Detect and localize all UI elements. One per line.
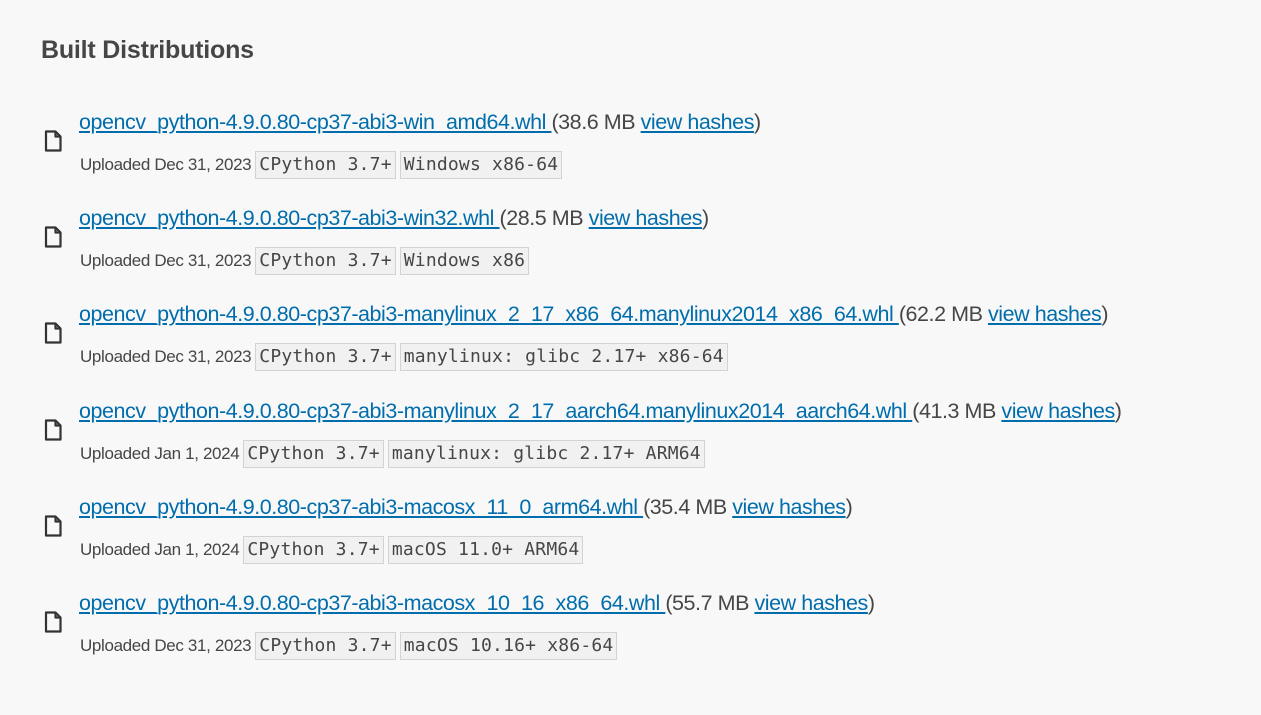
file-download-link[interactable]: opencv_python-4.9.0.80-cp37-abi3-manylin… (79, 302, 899, 326)
file-meta: Uploaded Dec 31, 2023 CPython 3.7+ Windo… (80, 150, 566, 180)
upload-date: Uploaded Jan 1, 2024 (80, 443, 240, 463)
file-item: opencv_python-4.9.0.80-cp37-abi3-win_amd… (41, 104, 1241, 200)
upload-date: Uploaded Dec 31, 2023 (80, 155, 252, 174)
platform-tag: manylinux: glibc 2.17+ x86-64 (399, 343, 728, 372)
file-item: opencv_python-4.9.0.80-cp37-abi3-macosx_… (41, 489, 1241, 585)
file-list: opencv_python-4.9.0.80-cp37-abi3-win_amd… (41, 104, 1241, 681)
platform-tag: macOS 10.16+ x86-64 (399, 631, 618, 660)
file-size: (62.2 MB (898, 302, 988, 327)
platform-tag: Windows x86 (399, 247, 530, 276)
python-tag: CPython 3.7+ (255, 343, 396, 372)
paren-close: ) (702, 206, 709, 231)
file-size: (38.6 MB (551, 110, 641, 134)
paren-close: ) (1114, 398, 1122, 423)
file-line: opencv_python-4.9.0.80-cp37-abi3-manylin… (79, 300, 1109, 328)
file-download-link[interactable]: opencv_python-4.9.0.80-cp37-abi3-win_amd… (79, 110, 551, 134)
upload-date: Uploaded Dec 31, 2023 (80, 251, 252, 271)
file-size: (55.7 MB (665, 590, 755, 615)
python-tag: CPython 3.7+ (255, 151, 396, 179)
file-icon (44, 322, 62, 344)
upload-date: Uploaded Dec 31, 2023 (80, 347, 252, 367)
file-line: opencv_python-4.9.0.80-cp37-abi3-manylin… (79, 397, 1122, 425)
file-icon (44, 130, 62, 152)
file-item: opencv_python-4.9.0.80-cp37-abi3-win32.w… (41, 200, 1241, 296)
file-size: (41.3 MB (912, 398, 1002, 423)
file-meta: Uploaded Dec 31, 2023 CPython 3.7+ macOS… (80, 631, 621, 661)
python-tag: CPython 3.7+ (255, 631, 396, 660)
file-line: opencv_python-4.9.0.80-cp37-abi3-macosx_… (79, 589, 875, 617)
platform-tag: macOS 11.0+ ARM64 (387, 535, 584, 564)
file-meta: Uploaded Jan 1, 2024 CPython 3.7+ macOS … (80, 535, 587, 565)
python-tag: CPython 3.7+ (243, 535, 384, 564)
file-meta: Uploaded Dec 31, 2023 CPython 3.7+ manyl… (80, 342, 732, 372)
python-tag: CPython 3.7+ (255, 247, 396, 276)
built-distributions-section: Built Distributions opencv_python-4.9.0.… (0, 0, 1261, 715)
platform-tag: Windows x86-64 (399, 151, 563, 179)
file-download-link[interactable]: opencv_python-4.9.0.80-cp37-abi3-win32.w… (79, 206, 500, 230)
view-hashes-link[interactable]: view hashes (641, 110, 755, 134)
file-download-link[interactable]: opencv_python-4.9.0.80-cp37-abi3-manylin… (79, 399, 912, 423)
file-size: (28.5 MB (499, 206, 589, 231)
paren-close: ) (754, 110, 761, 134)
paren-close: ) (867, 590, 875, 615)
file-item: opencv_python-4.9.0.80-cp37-abi3-manylin… (41, 296, 1241, 392)
file-meta: Uploaded Jan 1, 2024 CPython 3.7+ manyli… (80, 439, 709, 469)
file-size: (35.4 MB (643, 494, 733, 519)
view-hashes-link[interactable]: view hashes (988, 302, 1102, 326)
file-icon (44, 611, 62, 633)
file-line: opencv_python-4.9.0.80-cp37-abi3-win32.w… (79, 204, 709, 232)
view-hashes-link[interactable]: view hashes (732, 495, 846, 519)
file-download-link[interactable]: opencv_python-4.9.0.80-cp37-abi3-macosx_… (79, 591, 665, 615)
paren-close: ) (1101, 302, 1109, 327)
file-item: opencv_python-4.9.0.80-cp37-abi3-manylin… (41, 393, 1241, 489)
file-icon (44, 226, 62, 248)
view-hashes-link[interactable]: view hashes (754, 591, 868, 615)
platform-tag: manylinux: glibc 2.17+ ARM64 (387, 439, 705, 468)
file-meta: Uploaded Dec 31, 2023 CPython 3.7+ Windo… (80, 246, 533, 276)
file-line: opencv_python-4.9.0.80-cp37-abi3-macosx_… (79, 493, 853, 521)
upload-date: Uploaded Jan 1, 2024 (80, 539, 240, 559)
section-heading: Built Distributions (41, 36, 254, 64)
file-download-link[interactable]: opencv_python-4.9.0.80-cp37-abi3-macosx_… (79, 495, 643, 519)
file-icon (44, 418, 62, 441)
upload-date: Uploaded Dec 31, 2023 (80, 635, 252, 655)
view-hashes-link[interactable]: view hashes (589, 206, 703, 230)
python-tag: CPython 3.7+ (243, 439, 384, 468)
file-line: opencv_python-4.9.0.80-cp37-abi3-win_amd… (79, 108, 761, 136)
view-hashes-link[interactable]: view hashes (1001, 399, 1115, 423)
file-icon (44, 515, 62, 537)
file-item: opencv_python-4.9.0.80-cp37-abi3-macosx_… (41, 585, 1241, 681)
paren-close: ) (845, 494, 853, 519)
